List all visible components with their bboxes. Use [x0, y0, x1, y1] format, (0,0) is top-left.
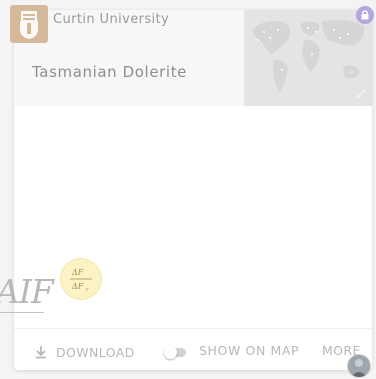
aif-logo-text: AIF	[0, 272, 54, 311]
university-logo	[10, 5, 48, 43]
card-footer: DOWNLOAD SHOW ON MAP MORE	[14, 328, 372, 370]
expand-icon[interactable]: ⤢	[356, 90, 366, 100]
formula-icon: ΔF ΔF r	[61, 259, 101, 299]
institution-name[interactable]: Curtin University	[53, 12, 169, 27]
show-on-map-toggle[interactable]	[164, 346, 188, 359]
record-card: Tasmanian Dolerite ⤢ ΔF ΔF r DOWNLOAD SH…	[14, 10, 372, 370]
record-title[interactable]: Tasmanian Dolerite	[32, 63, 187, 81]
avatar[interactable]	[348, 355, 370, 377]
svg-text:ΔF: ΔF	[71, 282, 84, 291]
map-thumbnail[interactable]: ⤢	[244, 10, 372, 106]
crest-icon	[20, 11, 38, 39]
download-label: DOWNLOAD	[56, 345, 135, 360]
svg-text:r: r	[86, 287, 89, 293]
lock-icon	[356, 6, 374, 24]
download-icon	[36, 346, 46, 359]
aif-underline	[0, 312, 44, 313]
world-map-icon	[244, 10, 372, 106]
toggle-knob	[164, 346, 177, 359]
svg-text:ΔF: ΔF	[71, 268, 84, 277]
aif-logo: AIF	[0, 272, 54, 318]
show-on-map-label[interactable]: SHOW ON MAP	[199, 343, 299, 358]
